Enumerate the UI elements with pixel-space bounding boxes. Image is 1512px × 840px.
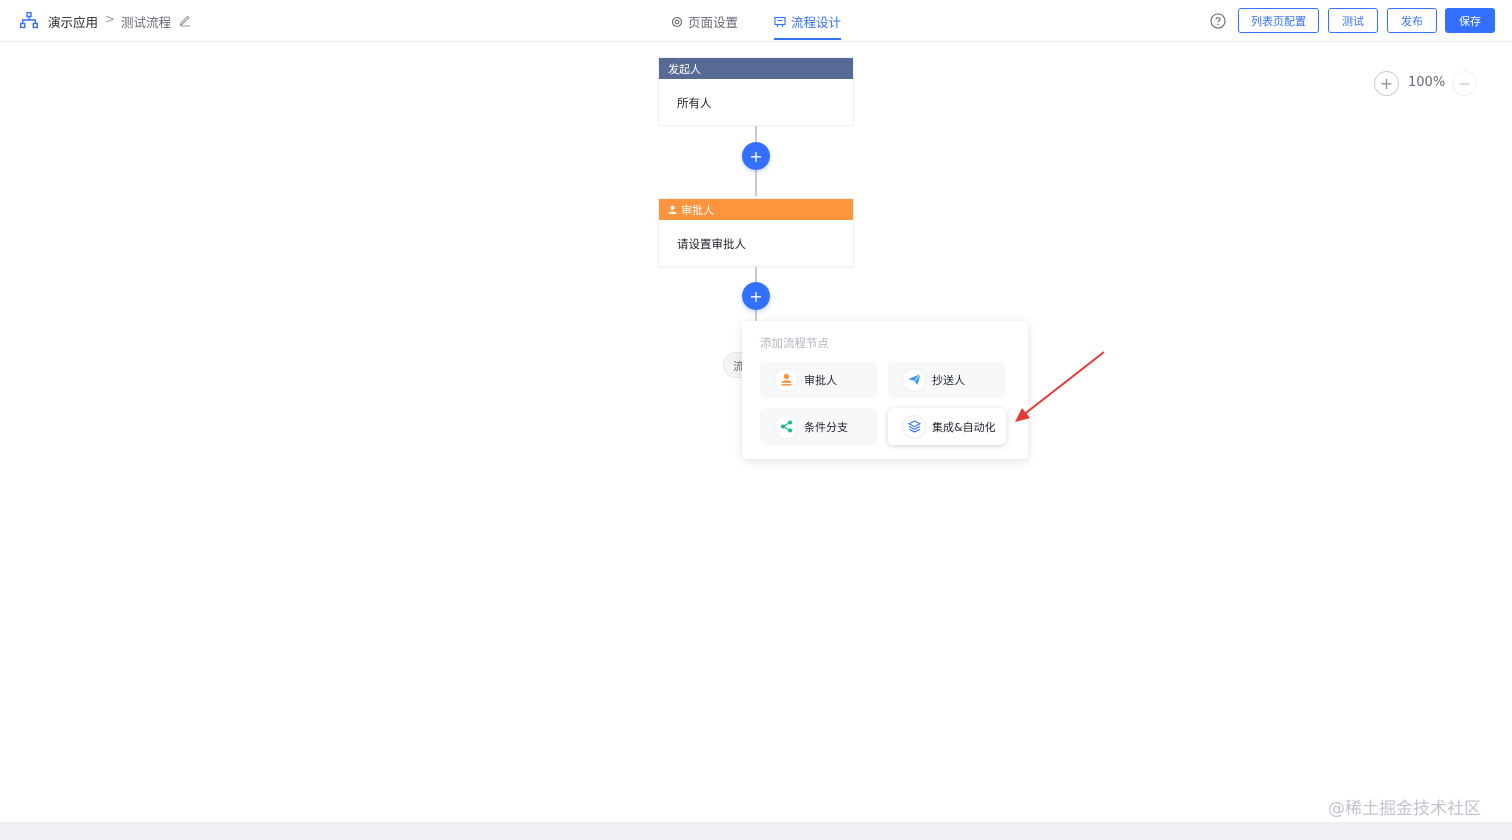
breadcrumb-flow-name: 测试流程 bbox=[121, 15, 172, 30]
popover-title: 添加流程节点 bbox=[760, 336, 829, 350]
add-node-button[interactable]: + bbox=[742, 142, 770, 170]
publish-button[interactable]: 发布 bbox=[1387, 8, 1437, 33]
layers-icon bbox=[902, 414, 926, 439]
bottom-scrollbar-track[interactable] bbox=[0, 822, 1512, 840]
active-tab-indicator bbox=[774, 38, 841, 40]
add-condition-branch-option[interactable]: 条件分支 bbox=[760, 408, 878, 445]
approver-node-title: 审批人 bbox=[681, 203, 714, 217]
zoom-in-button[interactable]: + bbox=[1374, 71, 1399, 96]
approver-node-header: 审批人 bbox=[659, 199, 853, 220]
approver-node-content: 请设置审批人 bbox=[677, 237, 746, 251]
save-button[interactable]: 保存 bbox=[1445, 8, 1495, 33]
send-icon bbox=[902, 367, 926, 392]
add-integration-automation-option[interactable]: 集成&自动化 bbox=[888, 408, 1006, 445]
tab-flow-design[interactable]: 流程设计 bbox=[774, 12, 841, 31]
approver-icon bbox=[774, 367, 798, 392]
watermark: @稀土掘金技术社区 bbox=[1328, 799, 1481, 819]
start-node-header: 发起人 bbox=[659, 58, 853, 79]
annotation-arrow-icon bbox=[1015, 351, 1105, 422]
add-node-button[interactable]: + bbox=[742, 282, 770, 310]
tab-page-settings[interactable]: 页面设置 bbox=[671, 12, 738, 31]
top-header: 演示应用 > 测试流程 页面设置 流程设计 列表页配置 测试 发布 保存 bbox=[0, 0, 1512, 42]
add-integration-automation-label: 集成&自动化 bbox=[932, 420, 996, 434]
add-cc-label: 抄送人 bbox=[932, 373, 965, 387]
add-condition-branch-label: 条件分支 bbox=[804, 420, 848, 434]
tab-page-settings-label: 页面设置 bbox=[688, 15, 739, 30]
user-icon bbox=[668, 205, 677, 214]
breadcrumb-app[interactable]: 演示应用 bbox=[48, 12, 98, 31]
approver-node[interactable]: 审批人 请设置审批人 bbox=[658, 198, 854, 267]
flow-design-icon bbox=[774, 16, 786, 27]
start-node[interactable]: 发起人 所有人 bbox=[658, 57, 854, 126]
add-cc-option[interactable]: 抄送人 bbox=[888, 361, 1006, 398]
add-approver-option[interactable]: 审批人 bbox=[760, 361, 878, 398]
tab-flow-design-label: 流程设计 bbox=[791, 15, 842, 30]
start-node-title: 发起人 bbox=[668, 62, 701, 76]
zoom-out-button[interactable]: − bbox=[1452, 71, 1477, 96]
add-approver-label: 审批人 bbox=[804, 373, 837, 387]
test-button[interactable]: 测试 bbox=[1328, 8, 1378, 33]
share-icon bbox=[774, 414, 798, 439]
start-node-content: 所有人 bbox=[677, 96, 712, 110]
list-config-button[interactable]: 列表页配置 bbox=[1238, 8, 1319, 33]
add-node-popover: 添加流程节点 审批人 抄送人 条件分支 集成&自动化 bbox=[742, 321, 1028, 459]
edit-icon[interactable] bbox=[178, 13, 192, 27]
zoom-level: 100% bbox=[1408, 75, 1446, 90]
help-icon[interactable] bbox=[1210, 13, 1226, 29]
gear-icon bbox=[671, 16, 683, 27]
flow-chart-icon bbox=[20, 12, 38, 29]
breadcrumb-separator: > bbox=[105, 12, 116, 26]
